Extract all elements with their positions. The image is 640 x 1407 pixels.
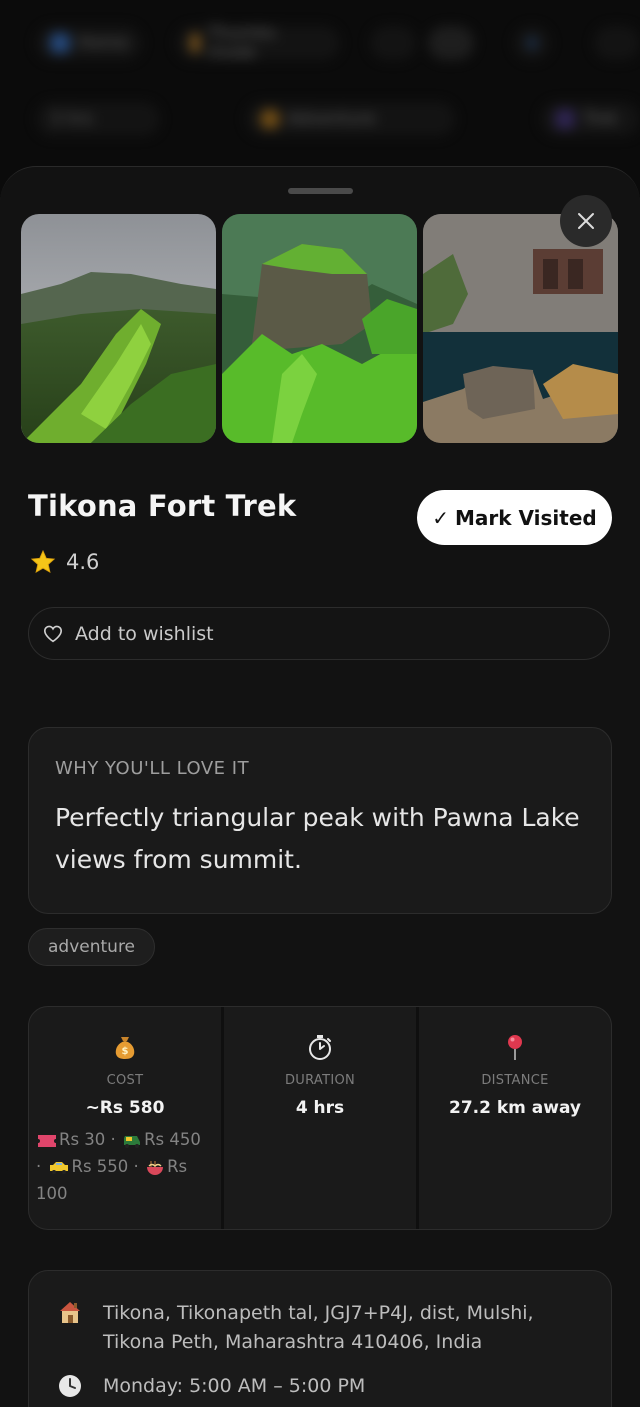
- distance-value: 27.2 km away: [448, 1098, 581, 1118]
- cost-taxi: Rs 550: [71, 1157, 129, 1176]
- address-text: Tikona, Tikonapeth tal, JGJ7+P4J, dist, …: [103, 1302, 534, 1353]
- hours-text: Monday: 5:00 AM – 5:00 PM: [103, 1375, 366, 1397]
- rating: 4.6: [30, 549, 99, 575]
- mark-visited-button[interactable]: ✓ Mark Visited: [417, 490, 612, 545]
- trek-icon: [555, 109, 576, 129]
- blue-dot-icon: [527, 37, 536, 49]
- photo-fort-peak[interactable]: [222, 214, 417, 443]
- background-button: [369, 26, 416, 60]
- rating-value: 4.6: [66, 550, 100, 574]
- cost-breakdown: Rs 30 · Rs 450 · Rs 550 · Rs 100: [36, 1130, 201, 1203]
- stopwatch-icon: [309, 1035, 331, 1060]
- background-button: [593, 26, 640, 60]
- stat-cost: $ COST ~Rs 580 Rs 30 · Rs 450 · Rs 550 ·…: [29, 1007, 221, 1229]
- why-title: WHY YOU'LL LOVE IT: [55, 758, 250, 779]
- heart-icon: [43, 625, 63, 642]
- background-button: [513, 26, 550, 60]
- stats-card: $ COST ~Rs 580 Rs 30 · Rs 450 · Rs 550 ·…: [28, 1006, 612, 1230]
- background-filter-bar: 3 hrs Adventure Trek: [0, 102, 640, 136]
- wishlist-label: Add to wishlist: [75, 622, 214, 645]
- money-bag-icon: $: [115, 1037, 135, 1059]
- photo-ridge[interactable]: [21, 214, 216, 443]
- background-filter-pill: Trek: [541, 102, 640, 136]
- add-to-wishlist-button[interactable]: Add to wishlist: [28, 607, 610, 660]
- address-row[interactable]: Tikona, Tikonapeth tal, JGJ7+P4J, dist, …: [57, 1299, 543, 1357]
- stat-distance: DISTANCE 27.2 km away: [416, 1007, 611, 1229]
- tag-adventure[interactable]: adventure: [28, 928, 156, 966]
- photo-cave-lake[interactable]: [423, 214, 618, 443]
- photo-gallery[interactable]: [21, 214, 619, 443]
- home-icon: [50, 33, 70, 53]
- why-youll-love-it-card: WHY YOU'LL LOVE IT Perfectly triangular …: [28, 727, 612, 914]
- background-button: [427, 26, 474, 60]
- place-detail-sheet: Tikona Fort Trek ✓ Mark Visited 4.6 Add …: [0, 166, 640, 1407]
- cost-value: ~Rs 580: [85, 1098, 165, 1118]
- sheet-grabber[interactable]: [288, 188, 353, 194]
- adventure-icon: [259, 109, 280, 129]
- close-button[interactable]: [560, 195, 612, 247]
- stat-duration: DURATION 4 hrs: [221, 1007, 416, 1229]
- close-icon: [578, 213, 594, 229]
- place-title: Tikona Fort Trek: [28, 489, 297, 523]
- noodle-bowl-icon: [147, 1160, 164, 1175]
- house-icon: [60, 1302, 80, 1323]
- cost-ticket: Rs 30: [59, 1130, 106, 1149]
- checkmark-icon: ✓: [432, 505, 450, 530]
- svg-text:$: $: [122, 1046, 129, 1057]
- distance-label: DISTANCE: [481, 1073, 549, 1088]
- address-card: Tikona, Tikonapeth tal, JGJ7+P4J, dist, …: [28, 1270, 612, 1407]
- background-mode-pill: Thumbs mode: [176, 23, 340, 63]
- hours-row[interactable]: Monday: 5:00 AM – 5:00 PM: [57, 1373, 365, 1399]
- cost-auto: Rs 450: [144, 1130, 201, 1149]
- taxi-icon: [49, 1161, 68, 1174]
- background-filter-pill: 3 hrs: [36, 102, 160, 136]
- mode-icon: [190, 33, 200, 53]
- duration-value: 4 hrs: [295, 1098, 345, 1118]
- map-pin-icon: [508, 1035, 522, 1060]
- star-icon: [30, 549, 56, 574]
- background-top-bar: Home Thumbs mode: [0, 23, 640, 63]
- background-home-pill: Home: [36, 26, 143, 60]
- clock-icon: [59, 1375, 81, 1397]
- ticket-icon: [38, 1134, 56, 1147]
- why-text: Perfectly triangular peak with Pawna Lak…: [55, 803, 580, 874]
- cost-label: COST: [106, 1073, 144, 1088]
- background-filter-pill: Adventure: [245, 102, 456, 136]
- auto-rickshaw-icon: [124, 1135, 141, 1148]
- duration-label: DURATION: [284, 1073, 356, 1088]
- mark-visited-label: Mark Visited: [455, 505, 597, 530]
